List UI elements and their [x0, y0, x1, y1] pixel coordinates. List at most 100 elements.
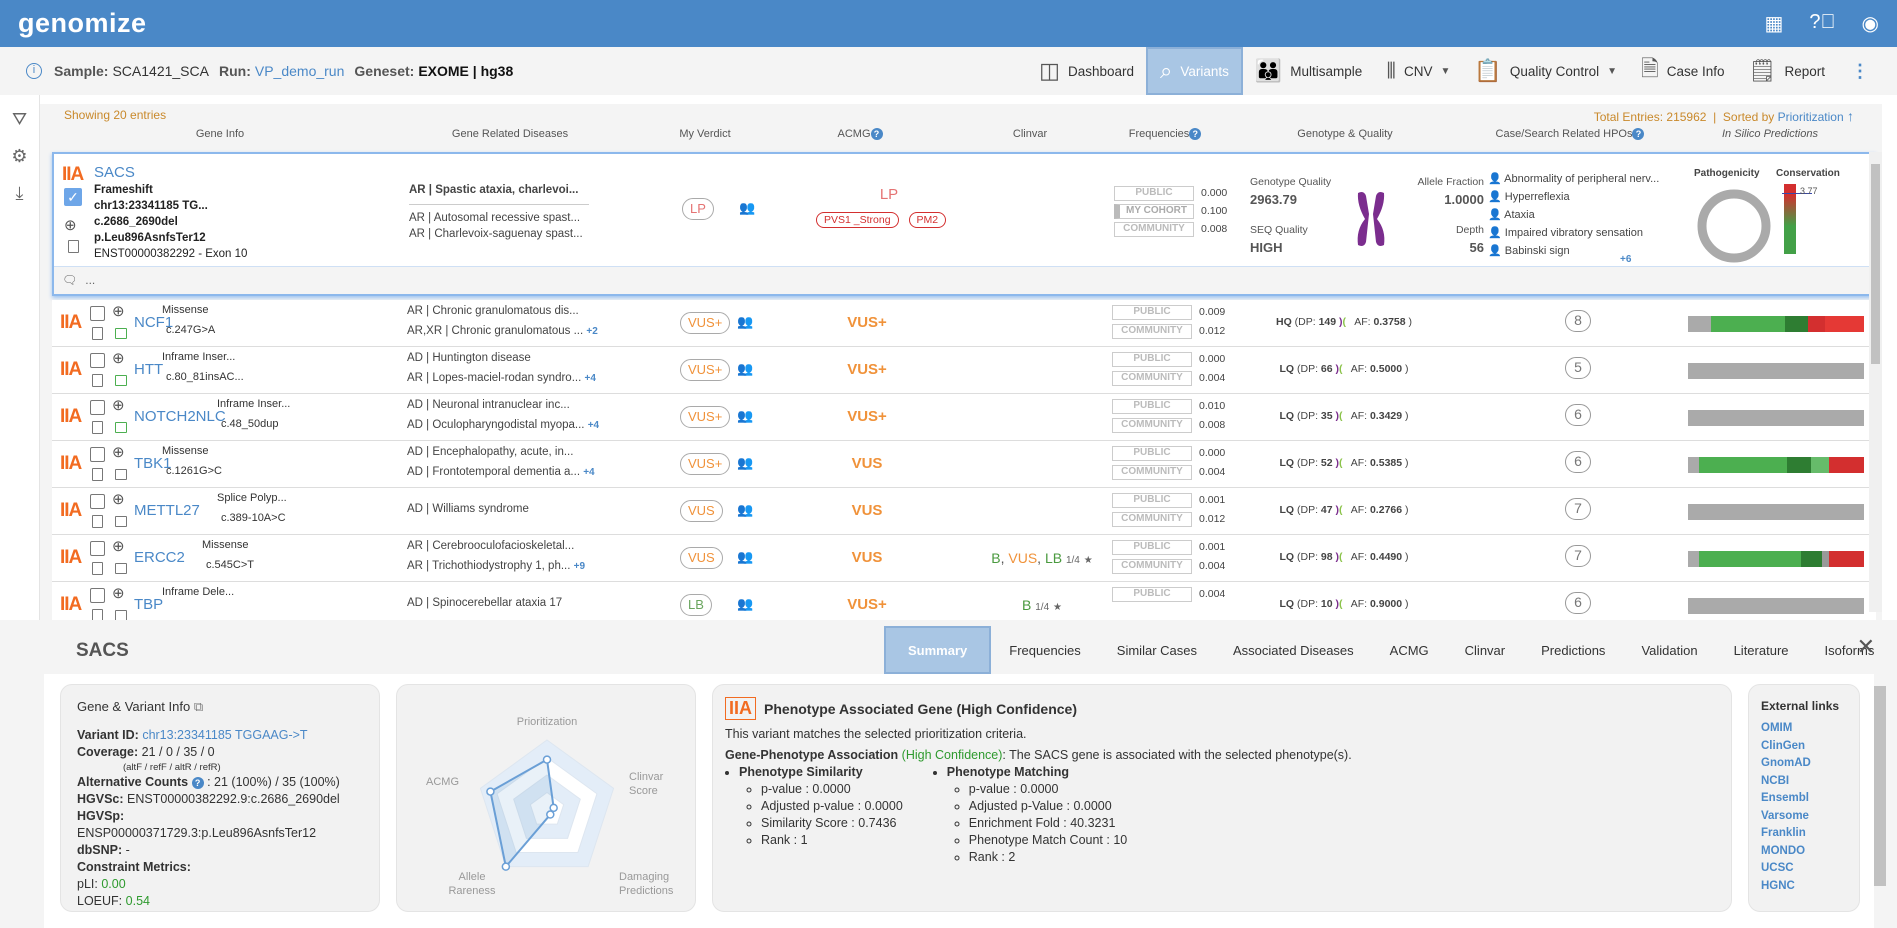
freq-public-box[interactable]: PUBLIC [1112, 305, 1192, 320]
people-icon[interactable]: 👥 [737, 361, 753, 377]
sort-prioritization-link[interactable]: Prioritization [1778, 110, 1844, 124]
freq-community-box[interactable]: COMMUNITY [1112, 324, 1192, 339]
external-link-franklin[interactable]: Franklin [1761, 825, 1847, 843]
row-checkbox[interactable] [90, 588, 105, 603]
tab-summary[interactable]: Summary [884, 626, 992, 674]
my-verdict-badge[interactable]: VUS [680, 500, 723, 522]
comment-icon[interactable] [115, 469, 127, 480]
nav-case-info[interactable]: 🗎 Case Info [1629, 47, 1737, 95]
variant-id-link[interactable]: chr13:23341185 TGGAAG->T [142, 728, 307, 742]
gene-link[interactable]: SACS [94, 164, 135, 181]
hpo-count-badge[interactable]: 6 [1565, 592, 1591, 614]
more-options-icon[interactable]: ⋮ [1851, 61, 1869, 82]
col-acmg[interactable]: ACMG? [800, 128, 920, 141]
my-verdict-badge[interactable]: LB [680, 594, 712, 616]
table-row[interactable]: IIA ⊕ TBK1 Missense c.1261G>C AD | Encep… [52, 441, 1876, 488]
hpo-item[interactable]: 👤 Abnormality of peripheral nerv... [1488, 170, 1659, 188]
freq-community-box[interactable]: COMMUNITY [1112, 371, 1192, 386]
disease-item[interactable]: AR | Autosomal recessive spast... [409, 212, 619, 224]
help-icon[interactable]: ?⃝ [1809, 11, 1835, 36]
disease-item[interactable]: AR | Trichothiodystrophy 1, ph... +9 [407, 560, 617, 572]
prediction-segment[interactable] [1698, 551, 1801, 567]
freq-public-box[interactable]: PUBLIC [1112, 446, 1192, 461]
row-checkbox[interactable] [90, 541, 105, 556]
col-hpos[interactable]: Case/Search Related HPOs? [1470, 128, 1670, 141]
hpo-more-link[interactable]: +6 [1620, 254, 1631, 265]
people-icon[interactable]: 👥 [739, 200, 755, 216]
copy-icon[interactable] [92, 515, 103, 528]
external-link-gnomad[interactable]: GnomAD [1761, 755, 1847, 773]
row-checkbox[interactable] [90, 306, 105, 321]
copy-icon[interactable] [92, 374, 103, 387]
my-verdict-badge[interactable]: VUS [680, 547, 723, 569]
disease-item[interactable]: AD | Encephalopathy, acute, in... [407, 446, 617, 458]
nav-report[interactable]: 🗒 Report [1737, 47, 1837, 95]
vertical-scrollbar[interactable] [1869, 152, 1882, 612]
prediction-segment[interactable] [1807, 316, 1826, 332]
nav-cnv[interactable]: ⦀ CNV ▼ [1374, 47, 1462, 95]
tab-predictions[interactable]: Predictions [1523, 626, 1623, 674]
copy-icon[interactable] [92, 421, 103, 434]
zoom-in-icon[interactable]: ⊕ [64, 216, 77, 234]
nav-variants[interactable]: ⌕ Variants [1146, 47, 1243, 95]
my-verdict-badge[interactable]: VUS+ [680, 453, 731, 475]
prediction-bar[interactable] [1688, 316, 1864, 332]
zoom-in-icon[interactable]: ⊕ [112, 443, 125, 461]
tab-acmg[interactable]: ACMG [1372, 626, 1447, 674]
settings-icon[interactable]: ⚙ [11, 146, 27, 167]
acmg-criterion-pvs1[interactable]: PVS1 _Strong [816, 212, 899, 228]
comment-icon[interactable] [115, 422, 127, 433]
disease-item[interactable]: AD | Williams syndrome [407, 503, 617, 515]
freq-cohort-box[interactable]: MY COHORT [1114, 204, 1194, 219]
prediction-segment[interactable] [1688, 363, 1864, 379]
tab-frequencies[interactable]: Frequencies [991, 626, 1099, 674]
hpo-item[interactable]: 👤 Hyperreflexia [1488, 188, 1659, 206]
prediction-segment[interactable] [1688, 551, 1699, 567]
prediction-bar[interactable] [1688, 598, 1864, 614]
people-icon[interactable]: 👥 [737, 502, 753, 518]
col-predictions[interactable]: In Silico Predictions [1680, 128, 1860, 140]
disease-item[interactable]: AD | Spinocerebellar ataxia 17 [407, 597, 617, 609]
genomize-logo[interactable]: genomize [18, 8, 147, 39]
freq-public-box[interactable]: PUBLIC [1112, 540, 1192, 555]
selected-variant-row[interactable]: IIA SACS ✓ ⊕ Frameshift chr13:23341185 T… [52, 152, 1876, 296]
my-verdict-badge[interactable]: LP [682, 198, 714, 220]
tab-similar-cases[interactable]: Similar Cases [1099, 626, 1215, 674]
col-verdict[interactable]: My Verdict [650, 128, 760, 140]
prediction-segment[interactable] [1828, 457, 1864, 473]
prediction-segment[interactable] [1688, 598, 1864, 614]
comment-icon[interactable] [115, 375, 127, 386]
table-row[interactable]: IIA ⊕ TBP Inframe Dele... AD | Spinocere… [52, 582, 1876, 620]
hpo-count-badge[interactable]: 6 [1565, 404, 1591, 426]
comment-icon[interactable] [115, 328, 127, 339]
copy-icon[interactable] [92, 609, 103, 620]
table-row[interactable]: IIA ⊕ METTL27 Splice Polyp... c.389-10A>… [52, 488, 1876, 535]
selected-checkbox[interactable]: ✓ [64, 188, 82, 206]
freq-community-box[interactable]: COMMUNITY [1112, 465, 1192, 480]
prediction-segment[interactable] [1688, 457, 1699, 473]
pathogenicity-donut[interactable] [1694, 186, 1774, 266]
copy-icon[interactable] [92, 562, 103, 575]
freq-community-box[interactable]: COMMUNITY [1112, 418, 1192, 433]
zoom-in-icon[interactable]: ⊕ [112, 302, 125, 320]
more-diseases-link[interactable]: +4 [583, 467, 594, 478]
row-checkbox[interactable] [90, 353, 105, 368]
tab-clinvar[interactable]: Clinvar [1447, 626, 1523, 674]
prediction-segment[interactable] [1811, 457, 1829, 473]
detail-scrollbar[interactable] [1874, 686, 1886, 886]
zoom-in-icon[interactable]: ⊕ [112, 396, 125, 414]
freq-community-box[interactable]: COMMUNITY [1114, 222, 1194, 237]
table-row[interactable]: IIA ⊕ HTT Inframe Inser... c.80_81insAC.… [52, 347, 1876, 394]
hpo-item[interactable]: 👤 Ataxia [1488, 206, 1659, 224]
hpo-count-badge[interactable]: 7 [1565, 545, 1591, 567]
tab-isoforms[interactable]: Isoforms [1807, 626, 1893, 674]
help-icon[interactable]: ? [1189, 128, 1202, 141]
prediction-segment[interactable] [1828, 551, 1865, 567]
col-genotype[interactable]: Genotype & Quality [1230, 128, 1460, 140]
gene-link[interactable]: ERCC2 [134, 549, 185, 566]
gene-link[interactable]: HTT [134, 361, 163, 378]
prediction-segment[interactable] [1698, 457, 1787, 473]
disease-item[interactable]: AD | Huntington disease [407, 352, 617, 364]
prediction-segment[interactable] [1784, 316, 1808, 332]
prediction-segment[interactable] [1688, 504, 1864, 520]
